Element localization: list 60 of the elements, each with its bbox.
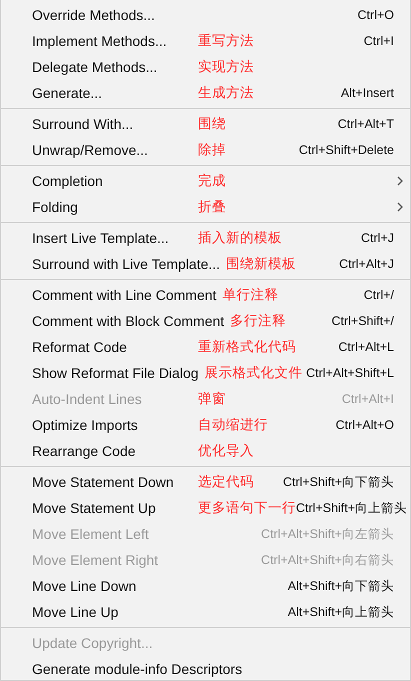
shortcut-label: Ctrl+I	[364, 34, 394, 48]
menu-item[interactable]: Surround With...	[32, 116, 134, 132]
shortcut-label: Ctrl+Alt+T	[338, 117, 394, 131]
shortcut-label: Ctrl+J	[361, 231, 394, 245]
menu-item[interactable]: Comment with Line Comment	[32, 287, 216, 303]
menu-item[interactable]: Move Statement Up	[32, 500, 156, 516]
menu-item[interactable]: Surround with Live Template...	[32, 256, 220, 272]
shortcut-label: Ctrl+Alt+J	[339, 257, 394, 271]
annotation-text: 展示格式化文件	[204, 364, 303, 382]
shortcut-label: Ctrl+Alt+Shift+L	[306, 366, 394, 380]
annotation-text: 折叠	[198, 198, 226, 216]
annotation-text: 重写方法	[198, 32, 254, 50]
shortcut-label: Ctrl+Alt+Shift+向左箭头	[261, 526, 394, 542]
annotation-text: 生成方法	[198, 84, 254, 102]
menu-item[interactable]: Move Line Up	[32, 604, 118, 620]
annotation-text: 多行注释	[230, 312, 286, 330]
menu-item[interactable]: Generate module-info Descriptors	[32, 661, 242, 677]
annotation-text: 优化导入	[198, 442, 254, 460]
menu-item[interactable]: Rearrange Code	[32, 443, 136, 459]
menu-item[interactable]: Comment with Block Comment	[32, 313, 224, 329]
shortcut-label: Ctrl+Shift+向上箭头	[296, 500, 408, 516]
annotation-text: 围绕新模板	[226, 255, 296, 273]
menu-item[interactable]: Implement Methods...	[32, 33, 167, 49]
annotation-text: 选定代码	[198, 473, 254, 491]
shortcut-label: Ctrl+O	[358, 8, 394, 22]
annotation-text: 弹窗	[198, 390, 226, 408]
shortcut-label: Ctrl+Shift+Delete	[298, 143, 394, 157]
menu-item[interactable]: Override Methods...	[32, 7, 155, 23]
menu-item[interactable]: Completion	[32, 173, 103, 189]
shortcut-label: Ctrl+Alt+Shift+向右箭头	[261, 552, 394, 568]
menu-item[interactable]: Optimize Imports	[32, 417, 138, 433]
menu-item[interactable]: Move Statement Down	[32, 474, 174, 490]
annotation-text: 自动缩进行	[198, 416, 268, 434]
shortcut-label: Ctrl+/	[364, 288, 394, 302]
shortcut-label: Ctrl+Shift+向下箭头	[282, 474, 394, 490]
chevron-right-icon	[396, 201, 404, 213]
menu-item[interactable]: Reformat Code	[32, 339, 127, 355]
menu-item[interactable]: Move Line Down	[32, 578, 136, 594]
annotation-text: 单行注释	[222, 286, 278, 304]
shortcut-label: Alt+Insert	[340, 86, 394, 100]
shortcut-label: Alt+Shift+向上箭头	[288, 604, 394, 620]
menu-item[interactable]: Folding	[32, 199, 78, 215]
menu-item[interactable]: Delegate Methods...	[32, 59, 158, 75]
menu-item[interactable]: Insert Live Template...	[32, 230, 169, 246]
shortcut-label: Ctrl+Alt+L	[338, 340, 394, 354]
menu-item[interactable]: Unwrap/Remove...	[32, 142, 148, 158]
chevron-right-icon	[396, 175, 404, 187]
annotation-text: 完成	[198, 172, 226, 190]
shortcut-label: Alt+Shift+向下箭头	[288, 578, 394, 594]
menu-item[interactable]: Generate...	[32, 85, 102, 101]
annotation-text: 围绕	[198, 115, 226, 133]
annotation-text: 更多语句下一行	[198, 499, 296, 517]
annotation-text: 实现方法	[198, 58, 254, 76]
annotation-text: 插入新的模板	[198, 229, 282, 247]
shortcut-label: Ctrl+Alt+I	[342, 392, 394, 406]
annotation-text: 除掉	[198, 141, 226, 159]
shortcut-label: Ctrl+Alt+O	[336, 418, 394, 432]
menu-item[interactable]: Show Reformat File Dialog	[32, 365, 199, 381]
annotation-text: 重新格式化代码	[198, 338, 296, 356]
shortcut-label: Ctrl+Shift+/	[331, 314, 394, 328]
